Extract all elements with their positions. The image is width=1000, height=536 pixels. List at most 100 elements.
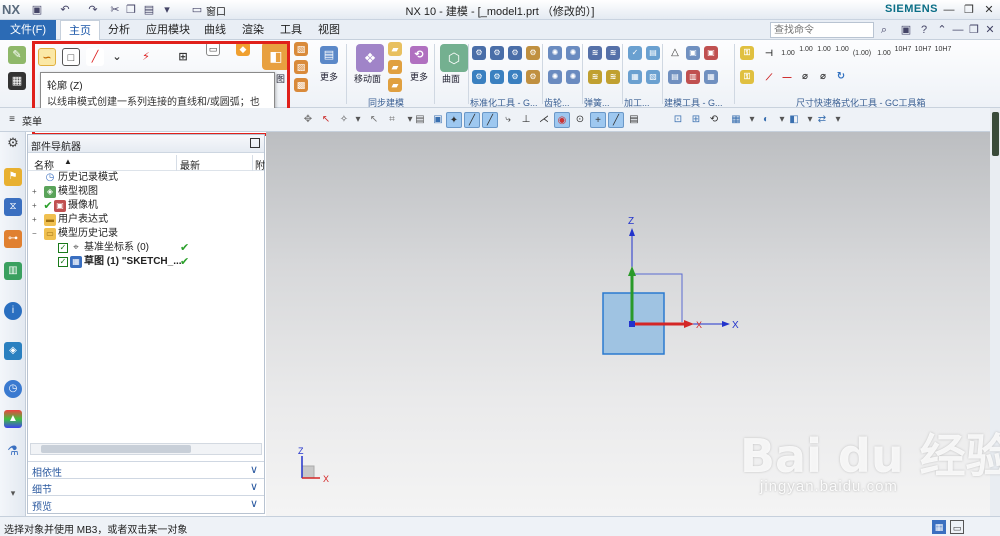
snap-icon-4[interactable]: ↖ (366, 112, 382, 128)
rotate-icon[interactable]: ↻ (834, 70, 848, 84)
dim-format-icon-4[interactable]: ⟋ (762, 70, 776, 84)
scrollbar-thumb[interactable] (41, 445, 191, 453)
reuse-library-icon[interactable]: ▥ (4, 262, 22, 280)
tab-curve[interactable]: 曲线 (196, 20, 234, 40)
expand-icon[interactable]: + (32, 188, 40, 196)
accordion-details[interactable]: 细节 ∨ (28, 478, 264, 496)
accordion-dependencies[interactable]: 相依性 ∨ (28, 461, 264, 479)
snap-icon-2[interactable]: ↖ (318, 112, 334, 128)
status-icon-1[interactable]: ▦ (932, 520, 946, 534)
role-icon[interactable]: ▣ (898, 22, 914, 38)
accordion-preview[interactable]: 预览 ∨ (28, 495, 264, 513)
std-tool-icon-2[interactable]: ⚙ (490, 46, 504, 60)
column-latest[interactable]: 最新 (180, 157, 200, 172)
rotate-view-icon[interactable]: ⟲ (706, 112, 722, 128)
part-navigator-icon[interactable]: ⊶ (4, 230, 22, 248)
std-tool-icon-1[interactable]: ⚙ (472, 46, 486, 60)
expand-icon[interactable]: + (32, 202, 40, 210)
close-button[interactable]: ✕ (980, 2, 998, 18)
doc-minimize-button[interactable]: — (950, 22, 966, 38)
arc-center-icon[interactable]: ⋌ (536, 112, 552, 128)
machining-icon-2[interactable]: ▤ (646, 46, 660, 60)
point-on-face-icon[interactable]: ▤ (626, 112, 642, 128)
minimize-button[interactable]: — (940, 2, 958, 18)
rectangle-icon[interactable]: □ (62, 48, 80, 66)
dock-grip[interactable] (992, 112, 999, 156)
dim-format-icon-1[interactable]: ⚿ (740, 46, 754, 60)
menu-button[interactable]: 菜单 (22, 113, 42, 128)
diameter-icon-2[interactable]: ⌀ (816, 70, 830, 84)
history-icon[interactable]: ◷ (4, 380, 22, 398)
zoom-icon[interactable]: ⊞ (688, 112, 704, 128)
model-tool-icon-1[interactable]: ▣ (686, 46, 700, 60)
surface-label[interactable]: 曲面 (442, 72, 460, 85)
column-name[interactable]: 名称 (34, 157, 54, 172)
feature-checkbox[interactable]: ✓ (58, 257, 68, 267)
std-tool-icon-6[interactable]: ⚙ (490, 70, 504, 84)
triangle-icon[interactable]: △ (668, 46, 682, 60)
dim-tool-5[interactable]: (1.00) (852, 50, 872, 58)
dropdown-icon[interactable]: ▾ (350, 112, 366, 128)
help-icon[interactable]: ? (916, 22, 932, 38)
spring-tool-icon-4[interactable]: ≋ (606, 70, 620, 84)
profile-icon[interactable]: ∽ (38, 48, 56, 66)
command-search-input[interactable] (770, 22, 874, 38)
sketch-task-icon[interactable]: ▦ (8, 72, 26, 90)
machining-icon-1[interactable]: ✓ (628, 46, 642, 60)
std-tool-icon-7[interactable]: ⚙ (508, 70, 522, 84)
sketch-icon[interactable]: ✎ (8, 46, 26, 64)
history-palette-icon[interactable]: ◈ (4, 342, 22, 360)
status-icon-2[interactable]: ▭ (950, 520, 964, 534)
gear-icon[interactable]: ⚙ (4, 134, 22, 152)
orient-view-icon[interactable]: ▦ (728, 112, 744, 128)
feature-icon-1[interactable]: ▧ (294, 42, 308, 56)
column-divider[interactable] (176, 155, 177, 171)
std-tool-icon-3[interactable]: ⚙ (508, 46, 522, 60)
extrude-small-icon[interactable]: ◆ (236, 42, 250, 56)
tree-row-history-mode[interactable]: ◷ 历史记录模式 (28, 171, 264, 185)
snap-point-icon[interactable]: ✦ (446, 112, 462, 128)
tab-application[interactable]: 应用模块 (138, 20, 198, 40)
dim-tool-6[interactable]: 1.00 (876, 50, 892, 58)
sync-icon-2[interactable]: ▰ (388, 60, 402, 74)
sync-more-icon[interactable]: ⟲ (410, 46, 428, 64)
tree-row-model-history[interactable]: − ▭ 模型历史记录 (28, 227, 264, 241)
dim-format-icon-2[interactable]: ⚿ (740, 70, 754, 84)
process-studio-icon[interactable]: ⚗ (4, 442, 22, 460)
snap-icon-5[interactable]: ⌗ (384, 112, 400, 128)
move-face-label[interactable]: 移动面 (354, 72, 381, 85)
column-attached[interactable]: 附 (255, 157, 265, 172)
collapse-icon[interactable]: − (32, 230, 40, 238)
sort-ascending-icon[interactable]: ▲ (64, 157, 72, 166)
tab-render[interactable]: 渲染 (234, 20, 272, 40)
spring-tool-icon-2[interactable]: ≋ (606, 46, 620, 60)
tree-row-cameras[interactable]: + ✔ ▣ 摄像机 (28, 199, 264, 213)
mid-point-icon[interactable]: ╱ (482, 112, 498, 128)
control-point-icon[interactable]: ⤷ (500, 112, 516, 128)
surface-icon[interactable]: ⬡ (440, 44, 468, 72)
model-tool-icon-5[interactable]: ▦ (704, 70, 718, 84)
column-divider[interactable] (252, 155, 253, 171)
quick-trim-icon[interactable]: ⚡ (134, 48, 158, 66)
assembly-navigator-icon[interactable]: ⚑ (4, 168, 22, 186)
expand-icon[interactable]: + (32, 216, 40, 224)
model-tool-icon-2[interactable]: ▣ (704, 46, 718, 60)
file-menu-button[interactable]: 文件(F) (0, 20, 56, 40)
cube-icon[interactable]: ◧ (786, 112, 802, 128)
sync-icon-3[interactable]: ▰ (388, 78, 402, 92)
dim-tool-icon-a[interactable]: — (780, 70, 794, 84)
more-sketch-dropdown[interactable]: ⌄ (108, 48, 126, 66)
fit-view-icon[interactable]: ⊡ (670, 112, 686, 128)
tab-analysis[interactable]: 分析 (100, 20, 138, 40)
dim-tool-2[interactable]: 1.00 (798, 46, 814, 54)
move-face-icon[interactable]: ❖ (356, 44, 384, 72)
gear-tool-icon-3[interactable]: ✺ (548, 70, 562, 84)
tree-row-model-views[interactable]: + ◈ 模型视图 (28, 185, 264, 199)
more-label-2[interactable]: 更多 (410, 70, 428, 83)
render-style-icon[interactable]: ◐ (758, 112, 774, 128)
feature-more-icon[interactable]: ▤ (320, 46, 338, 64)
view-more-icon[interactable]: ⇄ (814, 112, 830, 128)
end-point-icon[interactable]: ╱ (464, 112, 480, 128)
existing-point-icon[interactable]: + (590, 112, 606, 128)
collapse-ribbon-icon[interactable]: ⌃ (934, 22, 950, 38)
